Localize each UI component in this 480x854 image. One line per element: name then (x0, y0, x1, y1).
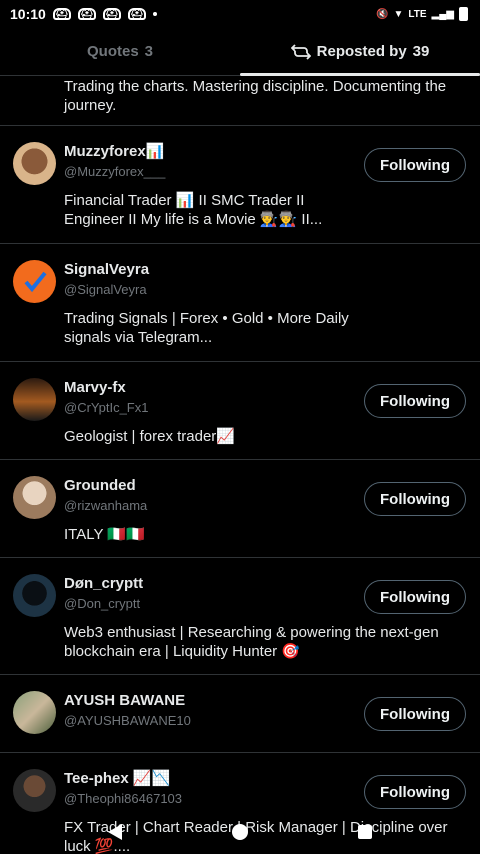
avatar[interactable] (13, 769, 56, 812)
avatar[interactable] (13, 574, 56, 617)
tab-label: Reposted by (316, 43, 407, 60)
avatar[interactable] (13, 691, 56, 734)
tab-bar: Quotes 3 Reposted by 39 (0, 28, 480, 76)
following-button[interactable]: Following (364, 580, 466, 614)
user-bio: Trading the charts. Mastering discipline… (0, 77, 480, 126)
recent-apps-icon[interactable] (358, 825, 372, 839)
status-bar: 10:10 ⛑ ⛑ ⛑ ⛑ 🔇 ▼ LTE ▂▄▆ (0, 0, 480, 28)
tab-reposted-by[interactable]: Reposted by 39 (240, 28, 480, 76)
avatar[interactable] (13, 378, 56, 421)
tab-count: 3 (144, 43, 154, 60)
home-icon[interactable] (232, 824, 248, 840)
more-notifications-icon (152, 12, 157, 16)
back-icon[interactable] (108, 824, 122, 840)
user-handle: @SignalVeyra (64, 282, 147, 297)
user-row[interactable]: SignalVeyra @SignalVeyra Trading Signals… (0, 244, 480, 362)
avatar[interactable] (13, 260, 56, 303)
signal-logo-icon (23, 271, 47, 292)
user-bio: Geologist | forex trader📈 (64, 428, 235, 445)
user-name[interactable]: SignalVeyra (64, 260, 466, 280)
user-bio: Financial Trader 📊 II SMC Trader II Engi… (64, 192, 323, 228)
user-row[interactable]: Grounded @rizwanhama ITALY 🇮🇹🇮🇹 Followin… (0, 460, 480, 558)
following-button[interactable]: Following (364, 148, 466, 182)
signal-icon: ▂▄▆ (431, 8, 454, 20)
reposter-list: Trading the charts. Mastering discipline… (0, 77, 480, 854)
user-row[interactable]: Muzzyforex📊 @Muzzyforex___ Financial Tra… (0, 126, 480, 244)
following-button[interactable]: Following (364, 697, 466, 731)
user-bio: ITALY 🇮🇹🇮🇹 (64, 526, 145, 543)
tab-quotes[interactable]: Quotes 3 (0, 28, 240, 75)
notification-icon: ⛑ (102, 8, 121, 21)
repost-icon (290, 43, 311, 60)
user-bio: Trading Signals | Forex • Gold • More Da… (64, 310, 349, 346)
battery-icon (459, 7, 468, 21)
tab-count: 39 (412, 43, 430, 60)
following-button[interactable]: Following (364, 775, 466, 809)
signal-label: LTE (408, 8, 427, 20)
following-button[interactable]: Following (364, 384, 466, 418)
notification-icon: ⛑ (127, 8, 146, 21)
tab-label: Quotes (86, 43, 139, 60)
avatar[interactable] (13, 142, 56, 185)
user-row[interactable]: AYUSH BAWANE @AYUSHBAWANE10 Following (0, 675, 480, 753)
avatar[interactable] (13, 476, 56, 519)
notification-icon: ⛑ (52, 8, 71, 21)
status-time: 10:10 (10, 6, 46, 22)
user-bio: Web3 enthusiast | Researching & powering… (64, 624, 439, 660)
mute-icon: 🔇 (376, 8, 389, 20)
user-row[interactable]: Marvy-fx @CrYptIc_Fx1 Geologist | forex … (0, 362, 480, 460)
following-button[interactable]: Following (364, 482, 466, 516)
system-nav-bar (0, 824, 480, 840)
notification-icon: ⛑ (77, 8, 96, 21)
user-row[interactable]: Døn_cryptt @Don_cryptt Web3 enthusiast |… (0, 558, 480, 675)
wifi-icon: ▼ (393, 8, 404, 20)
